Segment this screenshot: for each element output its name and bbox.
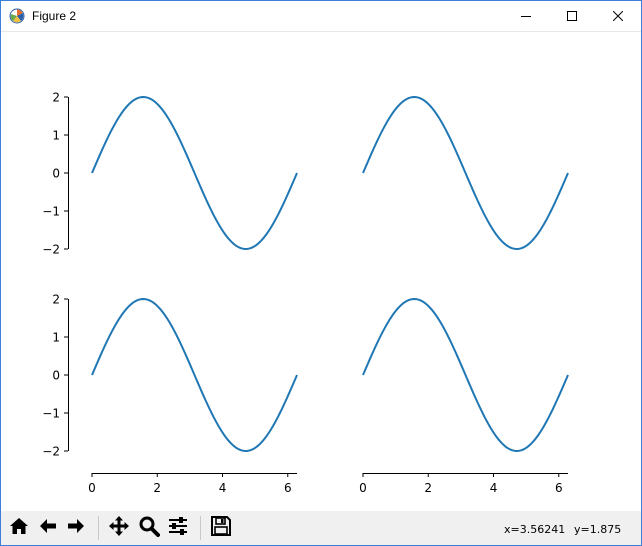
y-tick-label: −1 <box>42 407 60 421</box>
toolbar-separator <box>200 516 201 540</box>
x-tick-label: 6 <box>555 481 563 495</box>
window-title: Figure 2 <box>32 9 77 23</box>
configure-subplots-button[interactable] <box>165 515 191 541</box>
y-tick-label: 0 <box>52 369 60 383</box>
subplots-area: 2 1 0 −1 −2 2 1 0 −1 −2 0 2 4 6 0 2 4 6 <box>42 91 569 495</box>
y-tick-label: −2 <box>42 445 60 459</box>
maximize-icon <box>567 11 577 21</box>
figure-window: Figure 2 2 1 0 −1 −2 2 1 0 −1 −2 0 2 4 6 0 2 4 6 <box>0 0 642 546</box>
y-tick-label: 1 <box>52 129 60 143</box>
maximize-button[interactable] <box>549 1 595 31</box>
y-tick-label: 1 <box>52 331 60 345</box>
toolbar-separator <box>98 516 99 540</box>
x-tick-label: 6 <box>284 481 292 495</box>
y-tick-label: 2 <box>52 91 60 105</box>
title-bar[interactable]: Figure 2 <box>1 1 641 32</box>
pan-icon <box>108 515 130 541</box>
close-button[interactable] <box>595 1 641 31</box>
sine-line <box>362 95 569 251</box>
x-tick-label: 2 <box>153 481 161 495</box>
home-icon <box>8 515 30 541</box>
subplot-bottom-left: 2 1 0 −1 −2 0 2 4 6 <box>42 293 298 495</box>
x-tick-label: 4 <box>219 481 227 495</box>
figure-canvas[interactable]: 2 1 0 −1 −2 2 1 0 −1 −2 0 2 4 6 0 2 4 6 <box>1 32 641 511</box>
sine-line <box>91 297 298 453</box>
sine-line <box>91 95 298 251</box>
pan-button[interactable] <box>106 515 132 541</box>
sine-line <box>362 297 569 453</box>
save-icon <box>210 515 232 541</box>
cursor-y-readout: y=1.875 <box>574 523 622 536</box>
zoom-icon <box>138 515 160 541</box>
y-tick-label: 2 <box>52 293 60 307</box>
home-button[interactable] <box>6 515 32 541</box>
navigation-toolbar: x=3.56241 y=1.875 <box>1 511 641 545</box>
configure-subplots-icon <box>167 515 189 541</box>
forward-icon <box>65 515 87 541</box>
save-button[interactable] <box>208 515 234 541</box>
back-button[interactable] <box>35 515 61 541</box>
cursor-x-readout: x=3.56241 <box>504 523 566 536</box>
back-icon <box>37 515 59 541</box>
subplot-top-left: 2 1 0 −1 −2 <box>42 91 298 257</box>
x-tick-label: 0 <box>88 481 96 495</box>
subplot-top-right <box>362 95 569 251</box>
minimize-icon <box>521 11 531 21</box>
x-tick-label: 4 <box>490 481 498 495</box>
minimize-button[interactable] <box>503 1 549 31</box>
y-tick-label: 0 <box>52 167 60 181</box>
subplot-bottom-right: 0 2 4 6 <box>359 297 569 495</box>
close-icon <box>613 11 623 21</box>
zoom-button[interactable] <box>136 515 162 541</box>
x-tick-label: 0 <box>359 481 367 495</box>
y-tick-label: −1 <box>42 205 60 219</box>
forward-button[interactable] <box>63 515 89 541</box>
x-tick-label: 2 <box>424 481 432 495</box>
y-tick-label: −2 <box>42 243 60 257</box>
matplotlib-icon <box>9 8 25 24</box>
